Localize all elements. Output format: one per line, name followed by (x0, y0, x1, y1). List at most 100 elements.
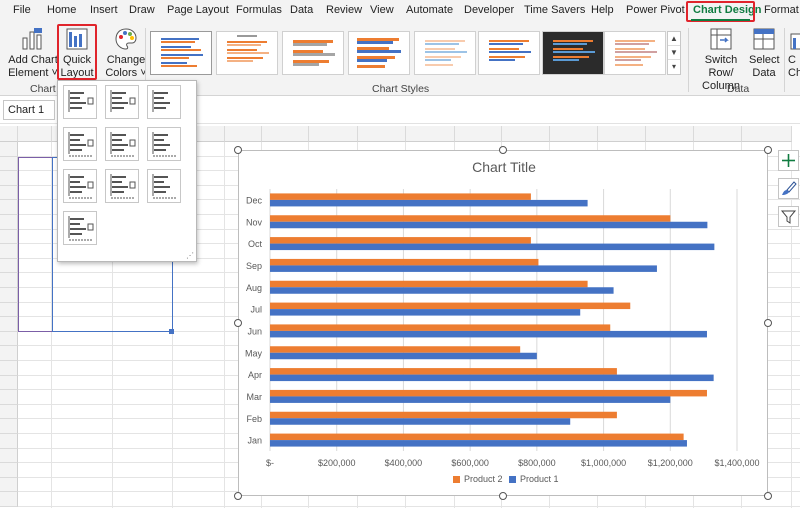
column-header[interactable] (742, 126, 792, 142)
legend-swatch-product-1 (509, 476, 516, 483)
row-header[interactable] (0, 404, 18, 420)
tab-file[interactable]: File (13, 4, 31, 16)
row-header[interactable] (0, 331, 18, 347)
chart-style-2[interactable] (216, 31, 278, 75)
chart-filters-button[interactable] (778, 206, 799, 227)
scroll-up-icon[interactable]: ▲ (668, 32, 680, 46)
chart-style-4[interactable] (348, 31, 410, 75)
column-header[interactable] (550, 126, 598, 142)
row-header[interactable] (0, 361, 18, 376)
tab-page-layout[interactable]: Page Layout (167, 4, 229, 16)
resize-handle[interactable] (499, 146, 507, 154)
row-header[interactable] (0, 419, 18, 434)
chart-style-3[interactable] (282, 31, 344, 75)
select-all-corner[interactable] (0, 126, 18, 142)
tab-review[interactable]: Review (326, 4, 362, 16)
row-header[interactable] (0, 492, 18, 507)
select-data-button[interactable]: Select Data (749, 26, 780, 80)
chart-style-1[interactable] (150, 31, 212, 75)
tab-data[interactable]: Data (290, 4, 313, 16)
chart-styles-scroll[interactable]: ▲ ▼ ▾ (667, 31, 681, 75)
resize-handle[interactable] (234, 146, 242, 154)
chart-area[interactable]: Chart Title $- $200,000 $400,000 $600,000 $80… (238, 150, 768, 496)
resize-handle[interactable] (764, 319, 772, 327)
row-header[interactable] (0, 302, 18, 318)
row-header[interactable] (0, 200, 18, 215)
quick-layout-option[interactable] (63, 85, 97, 119)
tab-help[interactable]: Help (591, 4, 614, 16)
row-header[interactable] (0, 171, 18, 186)
quick-layout-option[interactable] (147, 169, 181, 203)
row-header[interactable] (0, 244, 18, 259)
change-chart-type-button[interactable]: C Ch (788, 26, 800, 80)
tab-format[interactable]: Format (764, 4, 799, 16)
range-handle[interactable] (169, 328, 174, 334)
row-header[interactable] (0, 215, 18, 230)
chart-styles-button[interactable] (778, 178, 799, 199)
row-header[interactable] (0, 156, 18, 172)
row-header[interactable] (0, 273, 18, 288)
x-tick-label: $1,400,000 (714, 458, 759, 468)
tab-view[interactable]: View (370, 4, 394, 16)
resize-handle[interactable] (499, 492, 507, 500)
row-header[interactable] (0, 185, 18, 201)
row-header[interactable] (0, 434, 18, 449)
column-header[interactable] (406, 126, 455, 142)
row-header[interactable] (0, 258, 18, 274)
column-header[interactable] (18, 126, 52, 142)
column-header[interactable] (694, 126, 742, 142)
tab-developer[interactable]: Developer (464, 4, 514, 16)
add-chart-element-button[interactable]: Add Chart Element ˅ (8, 26, 58, 80)
quick-layout-option[interactable] (147, 127, 181, 161)
resize-handle[interactable] (764, 146, 772, 154)
row-header[interactable] (0, 448, 18, 464)
chart-elements-button[interactable] (778, 150, 799, 171)
quick-layout-option[interactable] (105, 169, 139, 203)
chart-style-5[interactable] (414, 31, 476, 75)
tab-home[interactable]: Home (47, 4, 76, 16)
quick-layout-option[interactable] (105, 127, 139, 161)
quick-layout-option[interactable] (147, 85, 181, 119)
row-header[interactable] (0, 463, 18, 478)
quick-layout-option[interactable] (63, 169, 97, 203)
resize-handle[interactable] (234, 319, 242, 327)
resize-grip-icon[interactable]: ⋰ (186, 251, 194, 260)
column-header[interactable] (502, 126, 550, 142)
tab-formulas[interactable]: Formulas (236, 4, 282, 16)
row-header[interactable] (0, 477, 18, 493)
column-header[interactable] (455, 126, 502, 142)
resize-handle[interactable] (764, 492, 772, 500)
quick-layout-option[interactable] (63, 127, 97, 161)
grid-line (18, 506, 800, 507)
row-header[interactable] (0, 390, 18, 405)
column-header[interactable] (598, 126, 646, 142)
column-header[interactable] (646, 126, 694, 142)
tab-power-pivot[interactable]: Power Pivot (626, 4, 685, 16)
column-header[interactable] (358, 126, 406, 142)
row-header[interactable] (0, 229, 18, 245)
column-header[interactable] (309, 126, 358, 142)
resize-handle[interactable] (234, 492, 242, 500)
add-chart-element-icon (22, 28, 42, 50)
quick-layout-option[interactable] (105, 85, 139, 119)
chart-style-6[interactable] (478, 31, 540, 75)
tab-insert[interactable]: Insert (90, 4, 118, 16)
row-header[interactable] (0, 346, 18, 361)
change-colors-button[interactable]: Change Colors ˅ (105, 26, 147, 80)
row-header[interactable] (0, 317, 18, 332)
tab-automate[interactable]: Automate (406, 4, 453, 16)
column-header[interactable] (225, 126, 262, 142)
row-header[interactable] (0, 142, 18, 157)
row-header[interactable] (0, 288, 18, 303)
tab-time-savers[interactable]: Time Savers (524, 4, 585, 16)
column-header[interactable] (262, 126, 309, 142)
scroll-down-icon[interactable]: ▼ (668, 46, 680, 60)
tab-draw[interactable]: Draw (129, 4, 155, 16)
row-header[interactable] (0, 375, 18, 391)
chart-style-7[interactable] (542, 31, 604, 75)
chart-style-8[interactable] (604, 31, 666, 75)
chart-type-icon (790, 33, 800, 50)
quick-layout-option[interactable] (63, 211, 97, 245)
more-styles-icon[interactable]: ▾ (668, 60, 680, 74)
name-box[interactable]: Chart 1 (3, 100, 55, 120)
